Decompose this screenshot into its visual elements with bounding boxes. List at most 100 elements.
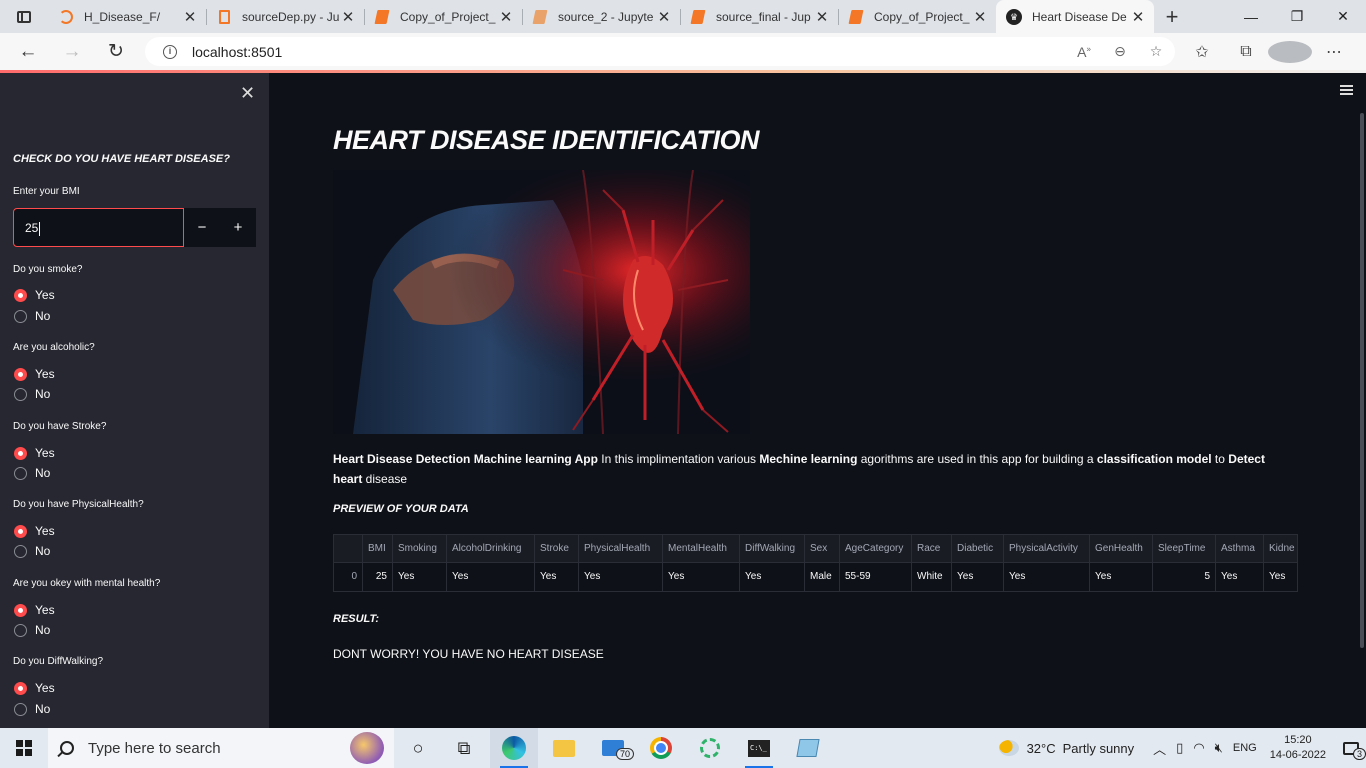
- tab-title: Copy_of_Project_: [400, 9, 496, 24]
- browser-tab[interactable]: Copy_of_Project_ ✕: [838, 0, 996, 33]
- language-indicator[interactable]: ENG: [1233, 742, 1257, 754]
- column-header[interactable]: Stroke: [535, 535, 579, 563]
- close-tab-icon[interactable]: ✕: [340, 8, 356, 26]
- radio-physical-health-no[interactable]: No: [14, 544, 50, 558]
- browser-tab[interactable]: sourceDep.py - Ju ✕: [206, 0, 364, 33]
- add-favorite-icon[interactable]: ☆: [1138, 43, 1174, 60]
- bmi-input[interactable]: 25: [13, 208, 184, 247]
- site-info-icon[interactable]: i: [163, 44, 177, 59]
- column-header[interactable]: BMI: [363, 535, 393, 563]
- notepad-taskbar-icon[interactable]: [784, 728, 832, 768]
- clock[interactable]: 15:20 14-06-2022: [1270, 733, 1326, 763]
- volume-muted-icon[interactable]: 🔇︎: [1215, 740, 1223, 756]
- sync-app-icon[interactable]: [686, 728, 734, 768]
- radio-stroke-yes[interactable]: Yes: [14, 446, 55, 460]
- close-window-button[interactable]: ✕: [1320, 0, 1366, 33]
- radio-diff-walking-no[interactable]: No: [14, 702, 50, 716]
- radio-smoke-yes[interactable]: Yes: [14, 288, 55, 302]
- browser-tab[interactable]: Copy_of_Project_ ✕: [364, 0, 522, 33]
- radio-mental-health-no[interactable]: No: [14, 623, 50, 637]
- back-button[interactable]: ←: [6, 33, 50, 70]
- read-aloud-icon[interactable]: A»: [1066, 44, 1102, 60]
- bmi-decrement-button[interactable]: −: [184, 208, 220, 247]
- zoom-icon[interactable]: ⊖: [1102, 43, 1138, 60]
- weather-widget[interactable]: 32°C Partly sunny: [998, 740, 1134, 756]
- column-header[interactable]: DiffWalking: [740, 535, 805, 563]
- new-tab-button[interactable]: +: [1154, 0, 1190, 33]
- bmi-label: Enter your BMI: [13, 186, 80, 197]
- table-cell: Yes: [447, 563, 535, 591]
- radio-physical-health-yes[interactable]: Yes: [14, 524, 55, 538]
- favorites-icon[interactable]: ✩: [1180, 42, 1224, 62]
- device-icon[interactable]: ▯: [1176, 740, 1183, 756]
- radio-stroke-no[interactable]: No: [14, 466, 50, 480]
- maximize-button[interactable]: ❐: [1274, 0, 1320, 33]
- column-header[interactable]: Sex: [805, 535, 840, 563]
- data-preview-table[interactable]: BMI Smoking AlcoholDrinking Stroke Physi…: [333, 534, 1298, 592]
- show-hidden-icons-icon[interactable]: ︿: [1153, 739, 1166, 758]
- table-cell: 55-59: [840, 563, 912, 591]
- column-header[interactable]: AgeCategory: [840, 535, 912, 563]
- url-field[interactable]: i localhost:8501: [145, 37, 1175, 66]
- radio-label: Yes: [35, 603, 55, 617]
- close-sidebar-icon[interactable]: ✕: [240, 83, 255, 104]
- question-label-alcoholic: Are you alcoholic?: [13, 342, 95, 353]
- profile-button[interactable]: [1268, 40, 1312, 63]
- radio-alcoholic-yes[interactable]: Yes: [14, 367, 55, 381]
- browser-tab[interactable]: source_2 - Jupyte ✕: [522, 0, 680, 33]
- column-header[interactable]: Kidne: [1264, 535, 1297, 563]
- mail-taskbar-icon[interactable]: 70: [589, 728, 637, 768]
- terminal-taskbar-icon[interactable]: C:\_: [735, 728, 783, 768]
- cortana-icon[interactable]: ○: [394, 728, 442, 768]
- bmi-increment-button[interactable]: +: [220, 208, 256, 247]
- column-header[interactable]: SleepTime: [1153, 535, 1216, 563]
- tab-actions-menu-icon[interactable]: [0, 0, 48, 33]
- start-button[interactable]: [0, 728, 48, 768]
- taskbar-search-box[interactable]: Type here to search: [48, 728, 394, 768]
- radio-alcoholic-no[interactable]: No: [14, 387, 50, 401]
- column-header[interactable]: Asthma: [1216, 535, 1264, 563]
- edge-taskbar-icon[interactable]: [490, 728, 538, 768]
- browser-tab[interactable]: source_final - Jup ✕: [680, 0, 838, 33]
- chrome-taskbar-icon[interactable]: [637, 728, 685, 768]
- column-header[interactable]: AlcoholDrinking: [447, 535, 535, 563]
- close-tab-icon[interactable]: ✕: [656, 8, 672, 26]
- task-view-icon[interactable]: ⧉: [440, 728, 488, 768]
- table-cell: Yes: [952, 563, 1004, 591]
- main-scrollbar[interactable]: [1360, 113, 1364, 648]
- close-tab-icon[interactable]: ✕: [1130, 8, 1146, 26]
- table-cell: Yes: [535, 563, 579, 591]
- notification-center-button[interactable]: 3: [1336, 728, 1366, 768]
- radio-mental-health-yes[interactable]: Yes: [14, 603, 55, 617]
- more-menu-icon[interactable]: ⋯: [1312, 42, 1356, 62]
- close-tab-icon[interactable]: ✕: [972, 8, 988, 26]
- page-title: HEART DISEASE IDENTIFICATION: [333, 125, 760, 155]
- column-header[interactable]: GenHealth: [1090, 535, 1153, 563]
- colab-icon: [374, 9, 390, 25]
- description-bold: classification model: [1096, 452, 1212, 466]
- close-tab-icon[interactable]: ✕: [182, 8, 198, 26]
- close-tab-icon[interactable]: ✕: [498, 8, 514, 26]
- column-header[interactable]: Diabetic: [952, 535, 1004, 563]
- column-header[interactable]: Race: [912, 535, 952, 563]
- radio-diff-walking-yes[interactable]: Yes: [14, 681, 55, 695]
- column-header[interactable]: PhysicalActivity: [1004, 535, 1090, 563]
- app-menu-icon[interactable]: [1340, 85, 1353, 95]
- close-tab-icon[interactable]: ✕: [814, 8, 830, 26]
- browser-tab-bar: H_Disease_F/ ✕ sourceDep.py - Ju ✕ Copy_…: [0, 0, 1366, 33]
- minimize-button[interactable]: —: [1228, 0, 1274, 33]
- browser-tab[interactable]: H_Disease_F/ ✕: [48, 0, 206, 33]
- search-placeholder: Type here to search: [88, 739, 221, 757]
- column-header[interactable]: MentalHealth: [663, 535, 740, 563]
- description-text: agorithms are used in this app for build…: [857, 452, 1097, 466]
- browser-tab-active[interactable]: ♛ Heart Disease De ✕: [996, 0, 1154, 33]
- forward-button[interactable]: →: [50, 33, 94, 70]
- radio-smoke-no[interactable]: No: [14, 309, 50, 323]
- collections-icon[interactable]: ⧉: [1224, 43, 1268, 61]
- column-header[interactable]: PhysicalHealth: [579, 535, 663, 563]
- system-tray: 32°C Partly sunny ︿ ▯ ◠ 🔇︎ ENG 15:20 14-…: [998, 728, 1366, 768]
- file-explorer-icon[interactable]: [540, 728, 588, 768]
- refresh-button[interactable]: ↻: [94, 33, 138, 70]
- column-header[interactable]: Smoking: [393, 535, 447, 563]
- wifi-icon[interactable]: ◠: [1193, 740, 1204, 756]
